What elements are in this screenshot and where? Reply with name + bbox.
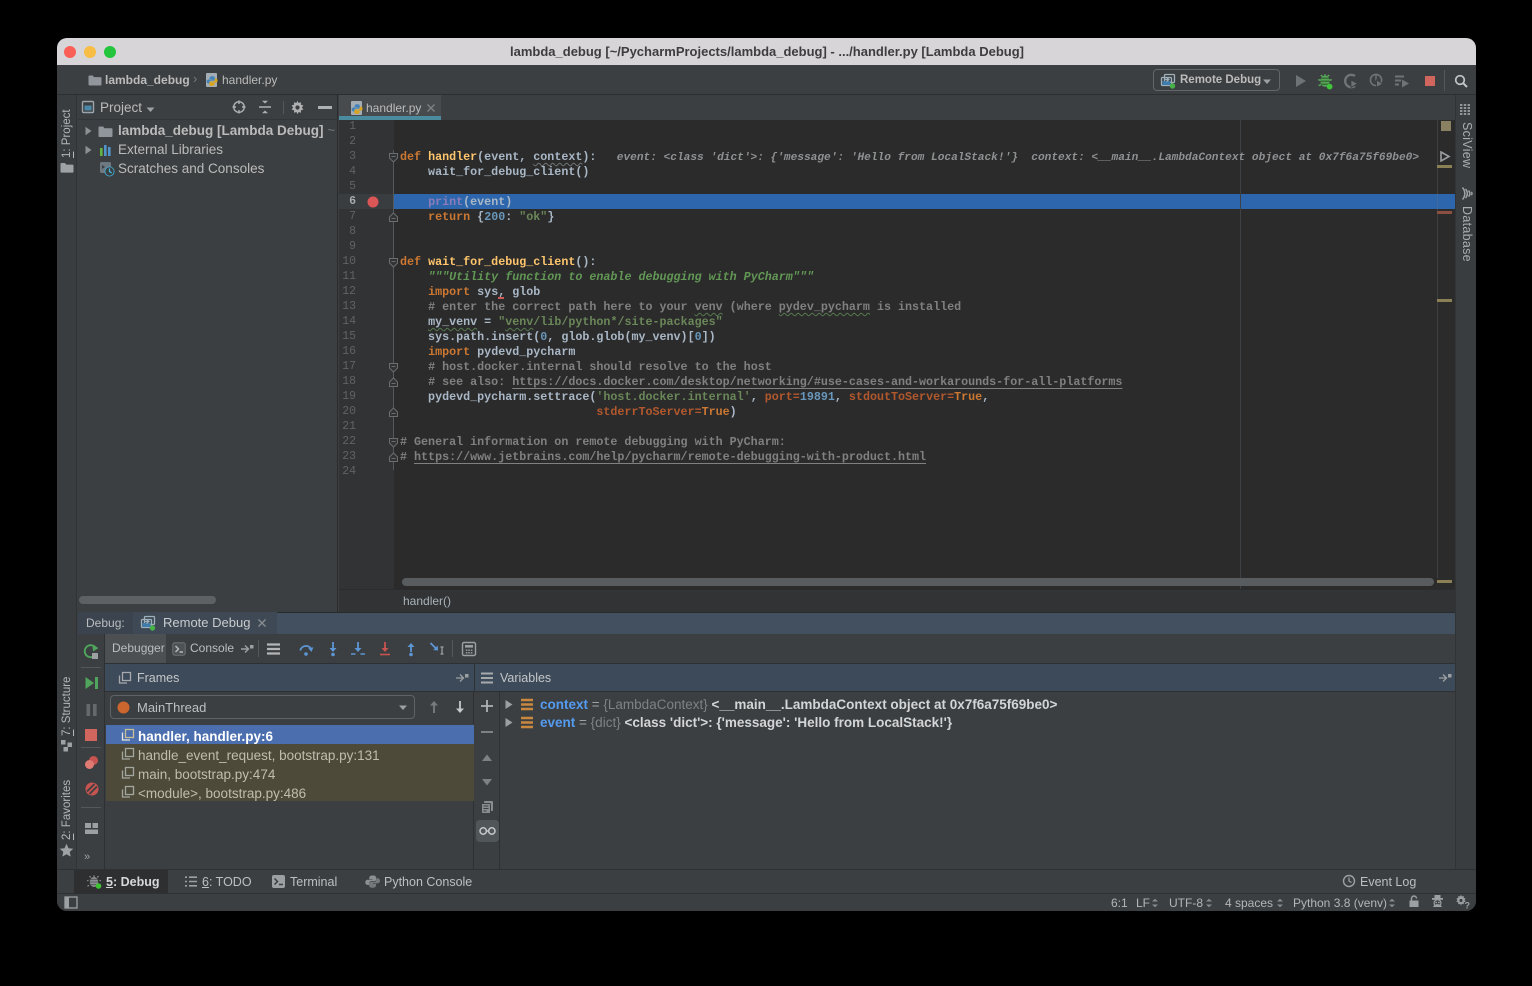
svg-text:?: ? xyxy=(1465,901,1471,910)
